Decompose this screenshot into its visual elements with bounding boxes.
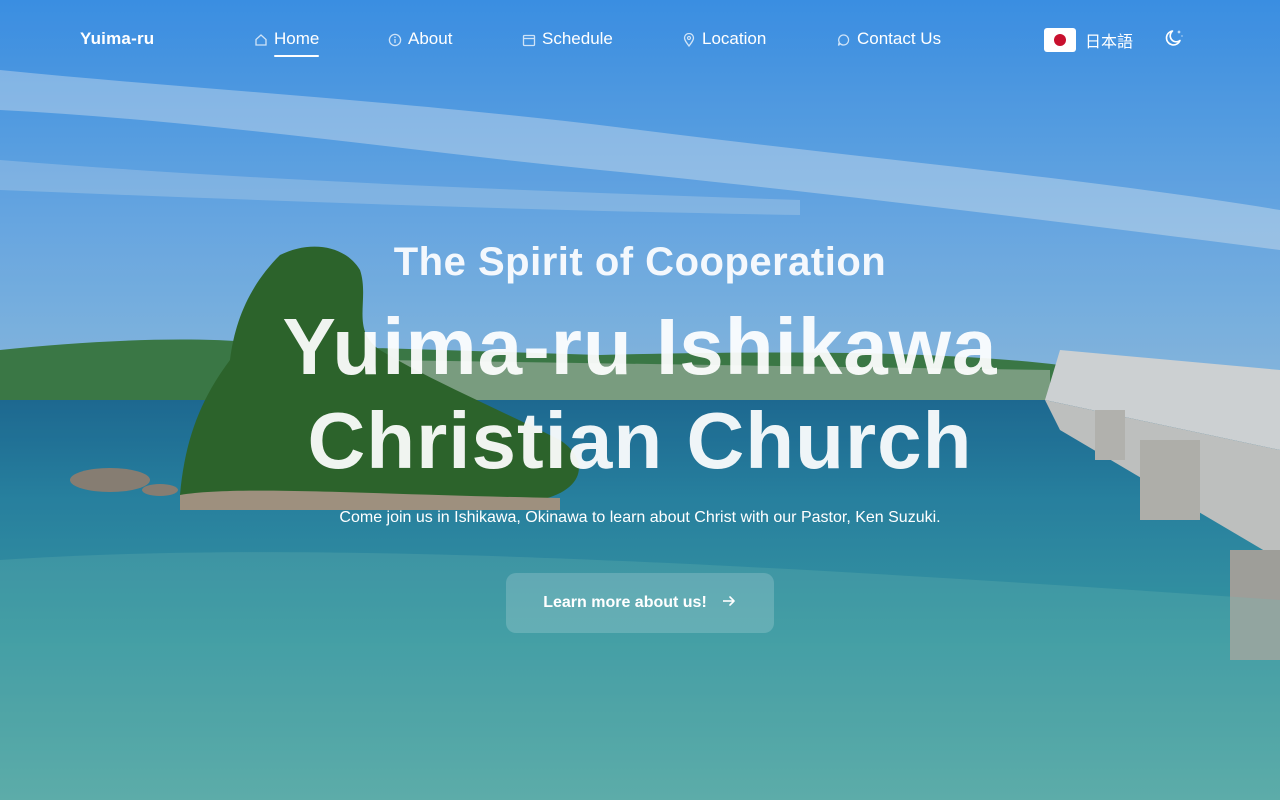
learn-more-button[interactable]: Learn more about us!	[506, 573, 774, 633]
nav-item-about[interactable]: About	[388, 29, 452, 49]
info-icon	[388, 32, 402, 47]
language-label: 日本語	[1085, 34, 1134, 51]
hero-headline: Yuima-ru Ishikawa Christian Church	[0, 300, 1280, 488]
nav-item-location[interactable]: Location	[682, 29, 766, 49]
moon-stars-icon	[1163, 27, 1185, 54]
nav-label-location: Location	[702, 29, 767, 48]
headline-line-2: Christian Church	[307, 396, 973, 485]
hero-subtext: Come join us in Ishikawa, Okinawa to lea…	[339, 509, 941, 526]
nav-label-contact: Contact Us	[857, 29, 942, 48]
hero-section: Yuima-ru Home About Schedule Location Co…	[0, 0, 1280, 800]
map-pin-icon	[682, 32, 696, 48]
calendar-icon	[522, 32, 536, 47]
cta-label: Learn more about us!	[543, 594, 707, 611]
top-navigation: Yuima-ru Home About Schedule Location Co…	[0, 0, 1280, 80]
nav-item-home[interactable]: Home	[254, 29, 320, 57]
chat-bubble-icon	[837, 32, 851, 46]
nav-label-home: Home	[274, 29, 320, 57]
hero-tagline: The Spirit of Cooperation	[393, 240, 887, 284]
theme-toggle-button[interactable]	[1162, 28, 1186, 52]
home-icon	[254, 32, 268, 46]
nav-item-schedule[interactable]: Schedule	[522, 29, 613, 49]
nav-label-schedule: Schedule	[542, 29, 613, 48]
arrow-right-icon	[721, 593, 737, 614]
headline-line-1: Yuima-ru Ishikawa	[282, 302, 998, 391]
brand-logo-link[interactable]: Yuima-ru	[80, 29, 154, 49]
nav-item-contact[interactable]: Contact Us	[837, 29, 941, 49]
japan-flag-icon	[1044, 28, 1076, 52]
nav-label-about: About	[408, 29, 453, 48]
language-switcher[interactable]: 日本語	[1044, 28, 1133, 52]
